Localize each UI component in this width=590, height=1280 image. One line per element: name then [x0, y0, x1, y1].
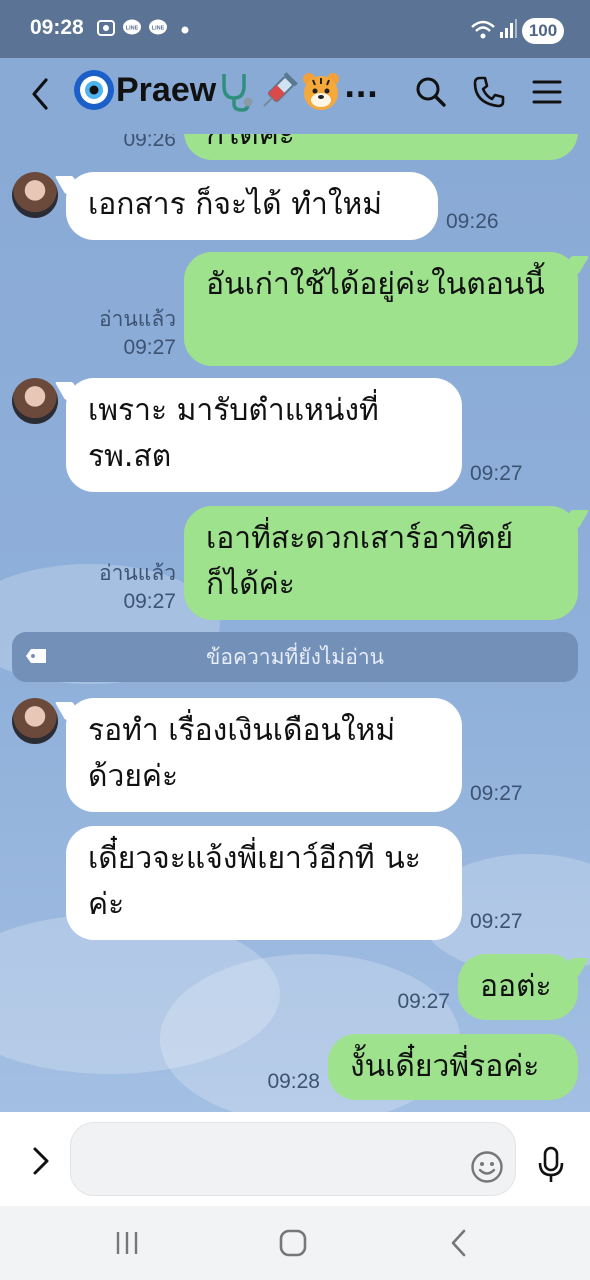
- message-time: 09:26: [123, 134, 176, 151]
- message-bubble-outgoing[interactable]: ก็ได้ค่ะ: [184, 134, 578, 160]
- signal-icon: [500, 19, 517, 38]
- svg-text:LINE: LINE: [126, 26, 139, 32]
- read-receipt: อ่านแล้ว: [99, 308, 176, 331]
- emoji-icon[interactable]: [470, 1150, 504, 1184]
- stethoscope-icon: [216, 70, 256, 118]
- message-time: 09:27: [123, 336, 176, 359]
- unread-divider: ข้อความที่ยังไม่อ่าน: [12, 632, 578, 682]
- message-bubble-incoming[interactable]: เดี๋ยวจะแจ้งพี่เยาว์อีกที นะค่ะ: [66, 826, 462, 940]
- line-notification-icon: LINE: [123, 19, 141, 35]
- message-bubble-outgoing[interactable]: อันเก่าใช้ได้อยู่ค่ะในตอนนี้: [184, 252, 578, 366]
- message-bubble-incoming[interactable]: เอกสาร ก็จะได้ ทำใหม่: [66, 172, 438, 240]
- message-time: 09:28: [267, 1070, 320, 1093]
- avatar[interactable]: [12, 378, 58, 424]
- contact-name[interactable]: Praew: [116, 71, 216, 110]
- home-icon[interactable]: [276, 1226, 310, 1260]
- avatar[interactable]: [12, 698, 58, 744]
- message-input[interactable]: [70, 1122, 516, 1196]
- system-navigation-bar: [0, 1206, 590, 1280]
- evil-eye-icon: [74, 70, 114, 110]
- tag-icon: [26, 649, 46, 663]
- wifi-icon: [471, 20, 495, 39]
- name-overflow: ...: [344, 70, 379, 105]
- message-composer: [0, 1112, 590, 1206]
- battery-level: 100: [522, 18, 564, 44]
- unread-label: ข้อความที่ยังไม่อ่าน: [205, 645, 384, 669]
- back-icon[interactable]: [26, 74, 56, 114]
- message-text: เดี๋ยวจะแจ้งพี่เยาว์อีกที นะค่ะ: [88, 841, 421, 922]
- message-text: ออต่ะ: [480, 969, 552, 1004]
- message-text: เอาที่สะดวกเสาร์อาทิตย์ ก็ได้ค่ะ: [206, 521, 514, 602]
- svg-text:LINE: LINE: [152, 26, 165, 32]
- message-bubble-incoming[interactable]: รอทำ เรื่องเงินเดือนใหม่ ด้วยค่ะ: [66, 698, 462, 812]
- message-text: อันเก่าใช้ได้อยู่ค่ะในตอนนี้: [206, 267, 545, 302]
- tiger-icon: [300, 70, 342, 118]
- message-time: 09:27: [470, 782, 523, 805]
- phone-icon[interactable]: [472, 75, 506, 109]
- message-time: 09:27: [470, 910, 523, 933]
- expand-chevron-icon[interactable]: [30, 1146, 52, 1176]
- line-notification-icon: LINE: [149, 19, 167, 35]
- status-time: 09:28: [30, 16, 84, 39]
- message-text: งั้นเดี๋ยวพี่รอค่ะ: [350, 1049, 540, 1084]
- menu-icon[interactable]: [530, 75, 564, 109]
- message-time: 09:27: [397, 990, 450, 1013]
- message-time: 09:26: [446, 210, 499, 233]
- syringe-icon: [258, 70, 298, 118]
- back-nav-icon[interactable]: [442, 1226, 476, 1260]
- message-time: 09:27: [123, 590, 176, 613]
- message-time: 09:27: [470, 462, 523, 485]
- dot-icon: [181, 26, 189, 34]
- message-text: รอทำ เรื่องเงินเดือนใหม่ ด้วยค่ะ: [88, 713, 396, 794]
- microphone-icon[interactable]: [536, 1146, 566, 1184]
- avatar[interactable]: [12, 172, 58, 218]
- message-bubble-outgoing[interactable]: เอาที่สะดวกเสาร์อาทิตย์ ก็ได้ค่ะ: [184, 506, 578, 620]
- message-text: ก็ได้ค่ะ: [206, 134, 295, 152]
- message-bubble-outgoing[interactable]: ออต่ะ: [458, 954, 578, 1020]
- read-receipt: อ่านแล้ว: [99, 562, 176, 585]
- message-bubble-outgoing[interactable]: งั้นเดี๋ยวพี่รอค่ะ: [328, 1034, 578, 1100]
- message-bubble-incoming[interactable]: เพราะ มารับตำแหน่งที่ รพ.สต: [66, 378, 462, 492]
- status-bar: 09:28 LINE LINE 100: [0, 0, 590, 58]
- search-icon[interactable]: [414, 75, 448, 109]
- message-list[interactable]: ก็ได้ค่ะ 09:26 เอกสาร ก็จะได้ ทำใหม่ 09:…: [0, 134, 590, 1112]
- screenshot-icon: [97, 20, 115, 36]
- recent-apps-icon[interactable]: [110, 1226, 144, 1260]
- message-text: เพราะ มารับตำแหน่งที่ รพ.สต: [88, 393, 379, 474]
- chat-header: Praew ...: [0, 58, 590, 134]
- message-text: เอกสาร ก็จะได้ ทำใหม่: [88, 187, 383, 222]
